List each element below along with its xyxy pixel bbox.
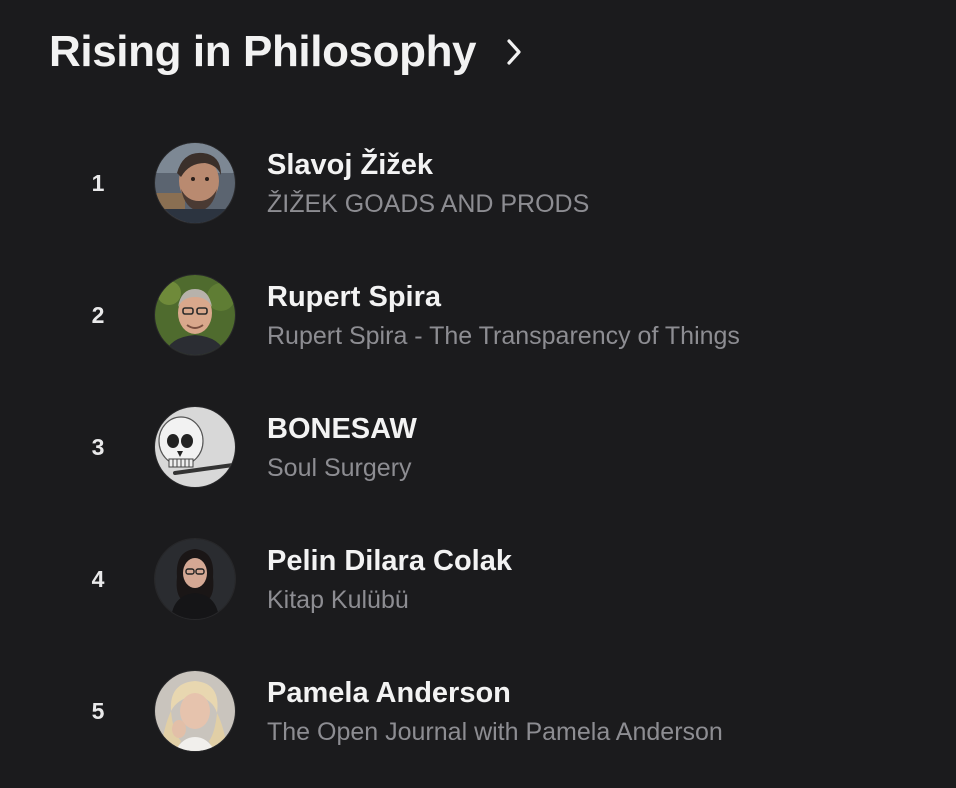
podcast-title: Kitap Kulübü — [267, 586, 409, 614]
section-title: Rising in Philosophy — [49, 27, 477, 76]
section-header[interactable]: Rising in Philosophy — [49, 22, 526, 82]
rank-number: 5 — [91, 698, 105, 724]
rank-number: 2 — [91, 302, 105, 328]
creator-avatar[interactable] — [155, 671, 235, 751]
podcast-title: ŽIŽEK GOADS AND PRODS — [267, 190, 590, 218]
creator-avatar[interactable] — [155, 143, 235, 223]
rank-number: 3 — [91, 434, 105, 460]
rank-number: 4 — [91, 566, 105, 592]
list-item[interactable]: 1 Slavoj Žižek ŽIŽEK GOADS AND PRODS — [0, 117, 956, 249]
creator-avatar[interactable] — [155, 539, 235, 619]
chevron-right-icon[interactable] — [502, 35, 526, 69]
creator-name: Rupert Spira — [267, 281, 442, 313]
creator-name: BONESAW — [267, 413, 417, 445]
podcast-title: Rupert Spira - The Transparency of Thing… — [267, 322, 740, 350]
list-item[interactable]: 4 Pelin Dilara Colak Kitap Kulübü — [0, 513, 956, 645]
list-item[interactable]: 5 Pamela Anderson The Open Journal with … — [0, 645, 956, 777]
list-item[interactable]: 3 BONESAW Soul Surgery — [0, 381, 956, 513]
podcast-title: Soul Surgery — [267, 454, 412, 482]
podcast-title: The Open Journal with Pamela Anderson — [267, 718, 723, 746]
skull-avatar[interactable] — [155, 407, 235, 487]
creator-avatar[interactable] — [155, 275, 235, 355]
list-item[interactable]: 2 Rupert Spira Rupert Spira - The Transp… — [0, 249, 956, 381]
rank-number: 1 — [91, 170, 105, 196]
creator-name: Pelin Dilara Colak — [267, 545, 512, 577]
creator-name: Slavoj Žižek — [267, 149, 434, 181]
creator-name: Pamela Anderson — [267, 677, 511, 709]
ranked-creator-list: 1 Slavoj Žižek ŽIŽEK GOADS AND PRODS 2 R… — [0, 117, 956, 777]
